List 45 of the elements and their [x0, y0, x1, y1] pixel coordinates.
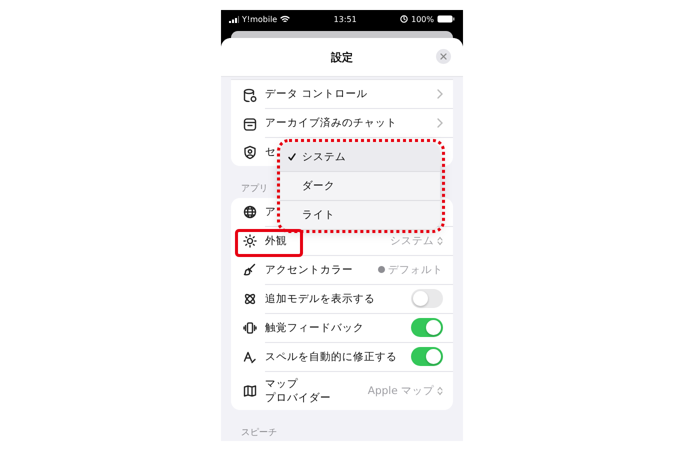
- toggle-switch[interactable]: [411, 289, 443, 308]
- setting-label: セ: [265, 144, 276, 160]
- orientation-lock-icon: [400, 15, 408, 23]
- spellcheck-letter-icon: [243, 350, 257, 364]
- chevron-right-icon: [437, 118, 443, 128]
- close-button[interactable]: [436, 49, 451, 64]
- map-icon: [243, 384, 257, 398]
- sheet-title: 設定: [331, 50, 353, 64]
- wifi-icon: [280, 15, 290, 23]
- setting-label: 外観: [265, 234, 287, 248]
- checkmark-icon: [288, 153, 296, 161]
- up-down-chevron-icon: [437, 386, 443, 396]
- setting-label: アクセントカラー: [265, 262, 353, 277]
- setting-label: スペルを自動的に修正する: [265, 350, 397, 364]
- phone-vibration-icon: [243, 321, 257, 336]
- paintbrush-icon: [243, 263, 257, 278]
- atom-icon: [243, 292, 257, 306]
- battery-percentage: 100%: [411, 14, 434, 24]
- battery-icon: [436, 15, 455, 23]
- annotation-highlight-frame: [235, 229, 303, 257]
- menu-option[interactable]: システム: [280, 143, 440, 172]
- up-down-chevron-icon: [437, 236, 443, 246]
- database-icon: [243, 88, 257, 102]
- archive-box-icon: [243, 116, 257, 130]
- setting-label: 触覚フィードバック: [265, 320, 364, 335]
- section-header: アプリ: [241, 184, 268, 195]
- setting-label: データ コントロール: [265, 86, 368, 102]
- section-header: スピーチ: [241, 428, 277, 439]
- setting-label: 追加モデルを表示する: [265, 292, 375, 306]
- toggle-switch[interactable]: [411, 318, 443, 338]
- setting-label-line: プロバイダー: [265, 390, 331, 405]
- settings-row[interactable]: データ コントロール: [231, 80, 453, 109]
- chevron-right-icon: [437, 89, 443, 99]
- setting-label: アーカイブ済みのチャット: [265, 116, 397, 130]
- toggle-switch[interactable]: [411, 347, 443, 366]
- close-icon: [440, 53, 447, 60]
- sun-icon: [243, 234, 257, 248]
- carrier-name: Y!mobile: [242, 14, 278, 24]
- shield-person-icon: [243, 145, 257, 159]
- setting-label: ア: [265, 204, 276, 219]
- globe-icon: [243, 205, 257, 220]
- setting-label-line: マップ: [265, 376, 298, 391]
- clock-time: 13:51: [334, 14, 357, 24]
- signal-icon: [229, 16, 239, 22]
- settings-row[interactable]: アーカイブ済みのチャット: [231, 109, 453, 138]
